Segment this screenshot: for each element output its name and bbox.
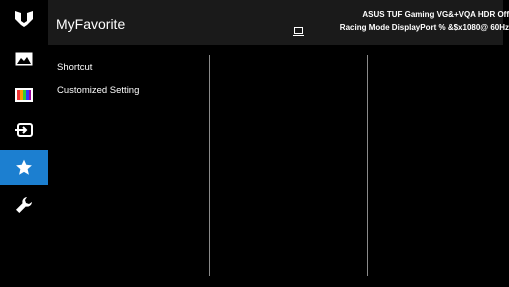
content-area: Shortcut Customized Setting xyxy=(48,45,509,287)
sidebar-item-myfavorite[interactable] xyxy=(0,150,48,185)
page-title: MyFavorite xyxy=(56,16,126,32)
sidebar xyxy=(0,0,48,287)
sidebar-item-image[interactable] xyxy=(0,41,48,76)
wrench-icon xyxy=(16,196,32,213)
menu-item-shortcut[interactable]: Shortcut xyxy=(57,56,139,79)
status-info: ASUS TUF Gaming VG&+VQA HDR Off Racing M… xyxy=(340,8,509,34)
main-panel: MyFavorite ASUS TUF Gaming VG&+VQA HDR O… xyxy=(48,0,509,287)
sidebar-item-tuf[interactable] xyxy=(0,1,48,36)
sidebar-item-input[interactable] xyxy=(0,112,48,147)
header: MyFavorite ASUS TUF Gaming VG&+VQA HDR O… xyxy=(48,0,509,45)
monitor-icon xyxy=(293,27,304,36)
menu-item-customized-setting[interactable]: Customized Setting xyxy=(57,79,139,102)
input-select-icon xyxy=(15,122,33,137)
status-line-1: ASUS TUF Gaming VG&+VQA HDR Off xyxy=(362,10,509,19)
sidebar-item-color[interactable] xyxy=(0,77,48,112)
color-icon xyxy=(15,87,33,102)
osd-frame: MyFavorite ASUS TUF Gaming VG&+VQA HDR O… xyxy=(0,0,509,287)
status-line-2: Racing Mode DisplayPort % &$x1080@ 60Hz xyxy=(339,23,509,32)
tuf-logo-icon xyxy=(15,10,33,27)
sidebar-item-system[interactable] xyxy=(0,187,48,222)
star-icon xyxy=(16,159,32,175)
image-icon xyxy=(15,52,33,65)
menu-list: Shortcut Customized Setting xyxy=(57,56,139,102)
